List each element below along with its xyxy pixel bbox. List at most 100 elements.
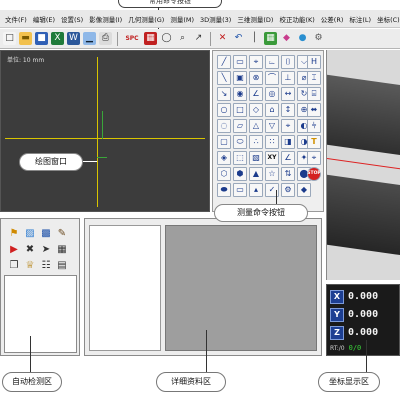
- menu-item[interactable]: 3D测量(3): [197, 14, 234, 24]
- measure-button[interactable]: ⌖: [281, 119, 295, 133]
- measure-button[interactable]: ☆: [265, 167, 279, 181]
- measure-button[interactable]: ▴: [249, 183, 263, 197]
- measure-button[interactable]: ∷: [265, 135, 279, 149]
- measure-button[interactable]: H: [307, 55, 321, 69]
- print-icon[interactable]: ⎙: [99, 32, 112, 45]
- undo-icon[interactable]: ↶: [232, 32, 245, 45]
- measure-button[interactable]: ∠: [249, 87, 263, 101]
- measure-button[interactable]: ↔: [281, 87, 295, 101]
- measure-button[interactable]: ◎: [265, 87, 279, 101]
- measure-button[interactable]: ⊗: [249, 71, 263, 85]
- lens-icon[interactable]: ◯: [160, 32, 173, 45]
- measure-button[interactable]: ⇅: [281, 167, 295, 181]
- measure-button[interactable]: ▽: [265, 119, 279, 133]
- cube-icon[interactable]: ▨: [23, 227, 37, 241]
- measure-button[interactable]: ⬌: [307, 103, 321, 117]
- spc-icon[interactable]: SPC: [123, 32, 141, 45]
- measure-button[interactable]: ∴: [249, 135, 263, 149]
- measure-button[interactable]: ⌖: [307, 151, 321, 165]
- measure-button[interactable]: ◇: [249, 103, 263, 117]
- cubes-icon[interactable]: ▩: [39, 227, 53, 241]
- measure-button[interactable]: ◨: [281, 135, 295, 149]
- menu-item[interactable]: 公差(R): [318, 14, 347, 24]
- measure-button[interactable]: ▭: [233, 183, 247, 197]
- measure-button[interactable]: ⫩: [307, 119, 321, 133]
- grid-icon[interactable]: ▦: [264, 32, 277, 45]
- menu-item[interactable]: 校正功能(K): [276, 14, 317, 24]
- grid-icon[interactable]: ▤: [55, 259, 69, 273]
- word-icon[interactable]: W: [67, 32, 80, 45]
- measure-button[interactable]: ⊥: [281, 71, 295, 85]
- measure-button[interactable]: ⬚: [233, 151, 247, 165]
- menu-item[interactable]: 设置(S): [58, 14, 86, 24]
- measure-button[interactable]: ⌂: [265, 103, 279, 117]
- measure-tool-icon[interactable]: ▦: [144, 32, 157, 45]
- menu-item[interactable]: 测量(M): [167, 14, 197, 24]
- measure-button[interactable]: ▱: [233, 119, 247, 133]
- measure-button[interactable]: ⬡: [217, 167, 231, 181]
- menu-item[interactable]: 文件(F): [2, 14, 30, 24]
- pin-icon[interactable]: ◆: [280, 32, 293, 45]
- excel-icon[interactable]: X: [51, 32, 64, 45]
- measure-button[interactable]: ◆: [297, 183, 311, 197]
- menu-item[interactable]: 影像测量(I): [86, 14, 125, 24]
- menu-item[interactable]: 坐标(C): [374, 14, 400, 24]
- measure-button[interactable]: ◉: [233, 87, 247, 101]
- flag-red-icon[interactable]: ▶: [7, 243, 21, 257]
- measure-button[interactable]: ◈: [217, 151, 231, 165]
- measure-button[interactable]: ⌸: [307, 87, 321, 101]
- measure-button[interactable]: ⬭: [233, 135, 247, 149]
- measure-button[interactable]: △: [249, 119, 263, 133]
- delete-icon[interactable]: ✕: [216, 32, 229, 45]
- graph-icon[interactable]: ☷: [39, 259, 53, 273]
- measure-button[interactable]: ╲: [217, 71, 231, 85]
- measure-button[interactable]: ◌: [217, 119, 231, 133]
- new-file-icon[interactable]: □: [3, 32, 16, 45]
- measure-button[interactable]: ⌳: [265, 55, 279, 69]
- flag-icon[interactable]: ⚑: [7, 227, 21, 241]
- measure-button[interactable]: ⌖: [249, 55, 263, 69]
- measure-button[interactable]: ▢: [217, 135, 231, 149]
- measure-button[interactable]: ⬬: [217, 183, 231, 197]
- measure-button[interactable]: ⚙: [281, 183, 295, 197]
- measure-button[interactable]: ↕: [281, 103, 295, 117]
- copy-icon[interactable]: ❐: [7, 259, 21, 273]
- measure-button[interactable]: ○: [217, 103, 231, 117]
- measure-button[interactable]: ▭: [233, 55, 247, 69]
- measure-button[interactable]: XY: [265, 151, 279, 165]
- pointer-icon[interactable]: ↗: [192, 32, 205, 45]
- zoom-icon[interactable]: ⌕: [176, 32, 189, 45]
- measure-button[interactable]: ⌒: [265, 71, 279, 85]
- stop-icon[interactable]: STOP: [307, 167, 321, 181]
- trophy-icon[interactable]: ♕: [23, 259, 37, 273]
- text-icon[interactable]: T: [307, 135, 321, 149]
- menu-item[interactable]: 标注(L): [346, 14, 374, 24]
- chart-icon[interactable]: ▁: [83, 32, 96, 45]
- drawing-window[interactable]: 单位: 10 mm 绘图窗口: [0, 50, 210, 212]
- measure-button[interactable]: ⬢: [233, 167, 247, 181]
- detail-list[interactable]: [89, 225, 161, 351]
- arrow-right-icon[interactable]: ➤: [39, 243, 53, 257]
- menu-item[interactable]: 几何测量(G): [125, 14, 167, 24]
- measure-button[interactable]: ╱: [217, 55, 231, 69]
- menu-item[interactable]: 编辑(E): [30, 14, 58, 24]
- save-icon[interactable]: ■: [35, 32, 48, 45]
- settings-icon[interactable]: ⚙: [312, 32, 325, 45]
- measure-button[interactable]: ⌶: [307, 71, 321, 85]
- measure-button[interactable]: ↘: [217, 87, 231, 101]
- auto-detect-list[interactable]: [4, 275, 77, 353]
- ruler-icon[interactable]: │: [248, 32, 261, 45]
- grid4-icon[interactable]: ▦: [55, 243, 69, 257]
- color-icon[interactable]: ●: [296, 32, 309, 45]
- brush-icon[interactable]: ✎: [55, 227, 69, 241]
- measure-button[interactable]: ▲: [249, 167, 263, 181]
- camera-view[interactable]: [326, 50, 400, 280]
- measure-button[interactable]: □: [233, 103, 247, 117]
- measure-button[interactable]: ∠: [281, 151, 295, 165]
- open-folder-icon[interactable]: ▬: [19, 32, 32, 45]
- measure-button[interactable]: ▣: [233, 71, 247, 85]
- measure-button[interactable]: ▧: [249, 151, 263, 165]
- measure-button[interactable]: ⌷: [281, 55, 295, 69]
- cross-icon[interactable]: ✖: [23, 243, 37, 257]
- menu-item[interactable]: 三维测量(D): [234, 14, 276, 24]
